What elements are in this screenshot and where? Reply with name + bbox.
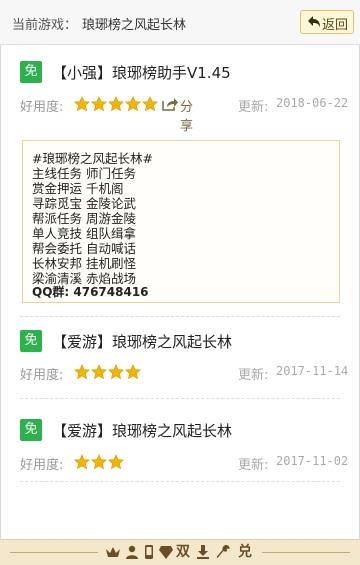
rating-label: 好用度: bbox=[20, 458, 64, 473]
item-title[interactable]: 【小强】琅琊榜助手V1.45 bbox=[52, 62, 231, 83]
bottom-rule bbox=[262, 552, 350, 553]
update-label: 更新: bbox=[238, 458, 269, 473]
back-label: 返回 bbox=[322, 18, 349, 33]
double-icon[interactable]: 双 bbox=[175, 544, 191, 560]
bottom-icons: 双 兑 bbox=[105, 544, 255, 562]
star-icon bbox=[91, 454, 107, 470]
rating-label: 好用度: bbox=[20, 368, 64, 383]
star-icon bbox=[91, 364, 107, 380]
update-date: 2017-11-14 bbox=[276, 364, 349, 378]
share-icon bbox=[162, 98, 178, 111]
user-icon[interactable] bbox=[124, 544, 140, 560]
rating-row: 好用度: 分享 更新: 2018-06-22 bbox=[0, 96, 360, 134]
download-icon[interactable] bbox=[195, 544, 211, 560]
star-icon bbox=[74, 454, 90, 470]
divider bbox=[20, 481, 340, 482]
crown-icon[interactable] bbox=[105, 544, 121, 560]
qq-group: QQ群: 476748416 bbox=[32, 285, 149, 299]
list-item[interactable]: 免 【爱游】琅琊榜之风起长林 好用度: 更新: 2017-11-14 bbox=[0, 316, 360, 396]
star-rating bbox=[74, 364, 141, 380]
update-label: 更新: bbox=[238, 100, 269, 115]
item-title[interactable]: 【爱游】琅琊榜之风起长林 bbox=[52, 331, 232, 352]
diamond-icon[interactable] bbox=[158, 544, 174, 560]
star-icon bbox=[108, 364, 124, 380]
update-date: 2017-11-02 bbox=[276, 454, 349, 468]
star-rating bbox=[74, 454, 124, 470]
wrench-icon[interactable] bbox=[215, 544, 231, 560]
description-box: #琅琊榜之风起长林# 主线任务 师门任务 赏金押运 千机阁 寻踪觅宝 金陵论武 … bbox=[22, 140, 340, 303]
bottom-toolbar: 双 兑 bbox=[0, 539, 360, 565]
free-badge: 免 bbox=[20, 330, 42, 352]
rating-row: 好用度: 更新: 2017-11-14 bbox=[0, 364, 360, 384]
star-icon bbox=[108, 454, 124, 470]
update-label: 更新: bbox=[238, 368, 269, 383]
free-badge: 免 bbox=[20, 61, 42, 83]
current-game-label: 当前游戏： bbox=[12, 18, 78, 33]
rating-row: 好用度: 更新: 2017-11-02 bbox=[0, 454, 360, 474]
star-icon bbox=[91, 96, 107, 112]
star-icon bbox=[125, 364, 141, 380]
free-badge: 免 bbox=[20, 419, 42, 441]
star-icon bbox=[108, 96, 124, 112]
star-icon bbox=[142, 96, 158, 112]
update-date: 2018-06-22 bbox=[276, 96, 349, 110]
share-label: 分享 bbox=[180, 100, 194, 134]
rating-label: 好用度: bbox=[20, 100, 64, 115]
star-icon bbox=[125, 96, 141, 112]
star-rating bbox=[74, 96, 158, 112]
star-icon bbox=[74, 96, 90, 112]
phone-icon[interactable] bbox=[141, 544, 157, 560]
exchange-icon[interactable]: 兑 bbox=[237, 544, 253, 560]
back-arrow-icon bbox=[308, 16, 320, 27]
list-item[interactable]: 免 【爱游】琅琊榜之风起长林 好用度: 更新: 2017-11-02 bbox=[0, 398, 360, 478]
bottom-rule bbox=[10, 552, 98, 553]
item-title[interactable]: 【爱游】琅琊榜之风起长林 bbox=[52, 420, 232, 441]
header: 当前游戏： 琅琊榜之风起长林 返回 bbox=[0, 0, 360, 45]
star-icon bbox=[74, 364, 90, 380]
current-game-name: 琅琊榜之风起长林 bbox=[82, 18, 187, 33]
back-button[interactable]: 返回 bbox=[300, 10, 354, 34]
